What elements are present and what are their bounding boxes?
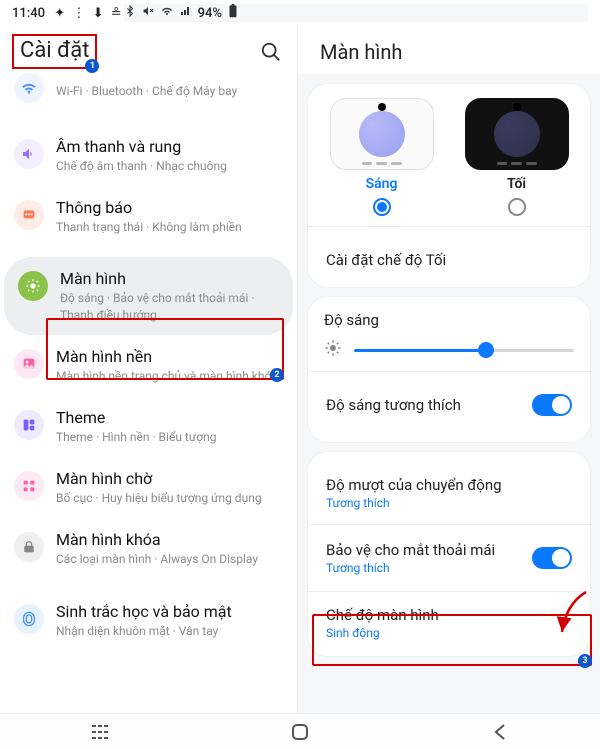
- theme-option-dark[interactable]: Tối: [465, 98, 569, 216]
- brightness-slider[interactable]: [324, 339, 574, 361]
- settings-item-title: Âm thanh và rung: [56, 137, 227, 156]
- settings-item-title: Sinh trắc học và bảo mật: [56, 602, 232, 621]
- dark-mode-settings-link[interactable]: Cài đặt chế độ Tối: [324, 237, 574, 273]
- mute-icon: [142, 5, 154, 21]
- detail-page-title: Màn hình: [320, 40, 582, 64]
- brightness-card: Độ sáng Độ sáng tương thích: [308, 297, 590, 442]
- theme-icon: [14, 410, 44, 440]
- theme-label-light: Sáng: [366, 176, 398, 192]
- battery-percent: 94%: [198, 6, 222, 21]
- annotation-box-1: Cài đặt 1: [12, 34, 97, 69]
- nav-back-button[interactable]: [487, 719, 513, 745]
- search-icon: [260, 41, 282, 63]
- search-button[interactable]: [259, 40, 283, 64]
- eye-comfort-row[interactable]: Bảo vệ cho mắt thoải mái Tương thích: [324, 529, 574, 587]
- settings-item-sound[interactable]: Âm thanh và rung Chế độ âm thanh · Nhạc …: [0, 125, 297, 186]
- annotation-badge-1: 1: [85, 59, 99, 73]
- annotation-box-2: 2: [46, 318, 284, 380]
- theme-thumb-dark: [465, 98, 569, 170]
- status-bar: 11:40 ✦ ⋮ ⬇ ≗ 94%: [0, 0, 600, 24]
- notifications-icon: [14, 200, 44, 230]
- status-time: 11:40: [12, 6, 45, 21]
- brightness-title: Độ sáng: [324, 311, 574, 329]
- display-settings-pane: Màn hình Sáng Tối: [298, 24, 600, 749]
- page-title: Cài đặt: [20, 38, 89, 63]
- settings-item-notifications[interactable]: Thông báo Thanh trạng thái · Không làm p…: [0, 186, 297, 247]
- navigation-bar: [0, 713, 600, 749]
- settings-item-subtitle: Wi-Fi · Bluetooth · Chế độ Máy bay: [56, 83, 237, 99]
- bluetooth-icon: [124, 5, 136, 21]
- theme-label-dark: Tối: [507, 176, 526, 192]
- settings-item-connections[interactable]: Wi-Fi · Bluetooth · Chế độ Máy bay: [0, 81, 297, 115]
- eye-comfort-toggle[interactable]: [532, 547, 572, 569]
- settings-item-subtitle: Bố cục · Huy hiệu biểu tượng ứng dụng: [56, 490, 262, 506]
- theme-card: Sáng Tối Cài đặt chế độ Tối: [308, 84, 590, 287]
- settings-item-title: Theme: [56, 408, 216, 427]
- settings-item-lockscreen[interactable]: Màn hình khóa Các loại màn hình · Always…: [0, 518, 297, 579]
- connections-icon: [14, 73, 44, 103]
- adaptive-brightness-toggle[interactable]: [532, 394, 572, 416]
- motion-sub: Tương thích: [326, 496, 572, 510]
- settings-item-title: Màn hình khóa: [56, 530, 258, 549]
- adaptive-brightness-row[interactable]: Độ sáng tương thích: [324, 382, 574, 428]
- wallpaper-icon: [14, 349, 44, 379]
- motion-smoothness-row[interactable]: Độ mượt của chuyển động Tương thích: [324, 466, 574, 520]
- settings-item-subtitle: Theme · Hình nền · Biểu tượng: [56, 429, 216, 445]
- status-notification-icons: ✦ ⋮ ⬇ ≗: [54, 6, 123, 21]
- motion-title: Độ mượt của chuyển động: [326, 476, 572, 494]
- eye-comfort-title: Bảo vệ cho mắt thoải mái: [326, 541, 495, 559]
- settings-item-biometrics[interactable]: Sinh trắc học và bảo mật Nhận diện khuôn…: [0, 590, 297, 651]
- fingerprint-icon: [14, 604, 44, 634]
- settings-list-pane: Cài đặt 1 Wi-Fi · Bluetooth · Chế độ Máy…: [0, 24, 298, 749]
- status-right: 94%: [124, 4, 588, 22]
- annotation-badge-2: 2: [270, 368, 284, 382]
- sound-icon: [14, 139, 44, 169]
- settings-item-theme[interactable]: Theme Theme · Hình nền · Biểu tượng: [0, 396, 297, 457]
- battery-icon: [228, 4, 238, 22]
- settings-item-subtitle: Nhận diện khuôn mặt · Vân tay: [56, 623, 232, 639]
- radio-light[interactable]: [373, 198, 391, 216]
- annotation-box-3: 3: [312, 614, 592, 666]
- settings-item-subtitle: Thanh trạng thái · Không làm phiền: [56, 219, 242, 235]
- eye-comfort-sub: Tương thích: [326, 561, 495, 575]
- settings-item-title: Màn hình chờ: [56, 469, 262, 488]
- settings-item-title: Màn hình: [60, 269, 279, 288]
- lock-icon: [14, 532, 44, 562]
- status-left: 11:40 ✦ ⋮ ⬇ ≗: [12, 6, 124, 21]
- annotation-badge-3: 3: [578, 654, 592, 668]
- theme-thumb-light: [330, 98, 434, 170]
- radio-dark[interactable]: [508, 198, 526, 216]
- settings-item-subtitle: Các loại màn hình · Always On Display: [56, 551, 258, 567]
- settings-item-home[interactable]: Màn hình chờ Bố cục · Huy hiệu biểu tượn…: [0, 457, 297, 518]
- sun-icon: [324, 339, 342, 361]
- settings-item-title: Thông báo: [56, 198, 242, 217]
- wifi-icon: [160, 5, 174, 21]
- nav-home-button[interactable]: [287, 719, 313, 745]
- home-icon: [14, 471, 44, 501]
- nav-recents-button[interactable]: [87, 719, 113, 745]
- settings-item-subtitle: Chế độ âm thanh · Nhạc chuông: [56, 158, 227, 174]
- adaptive-brightness-label: Độ sáng tương thích: [326, 396, 461, 414]
- display-icon: [18, 271, 48, 301]
- signal-icon: [180, 5, 192, 21]
- theme-option-light[interactable]: Sáng: [330, 98, 434, 216]
